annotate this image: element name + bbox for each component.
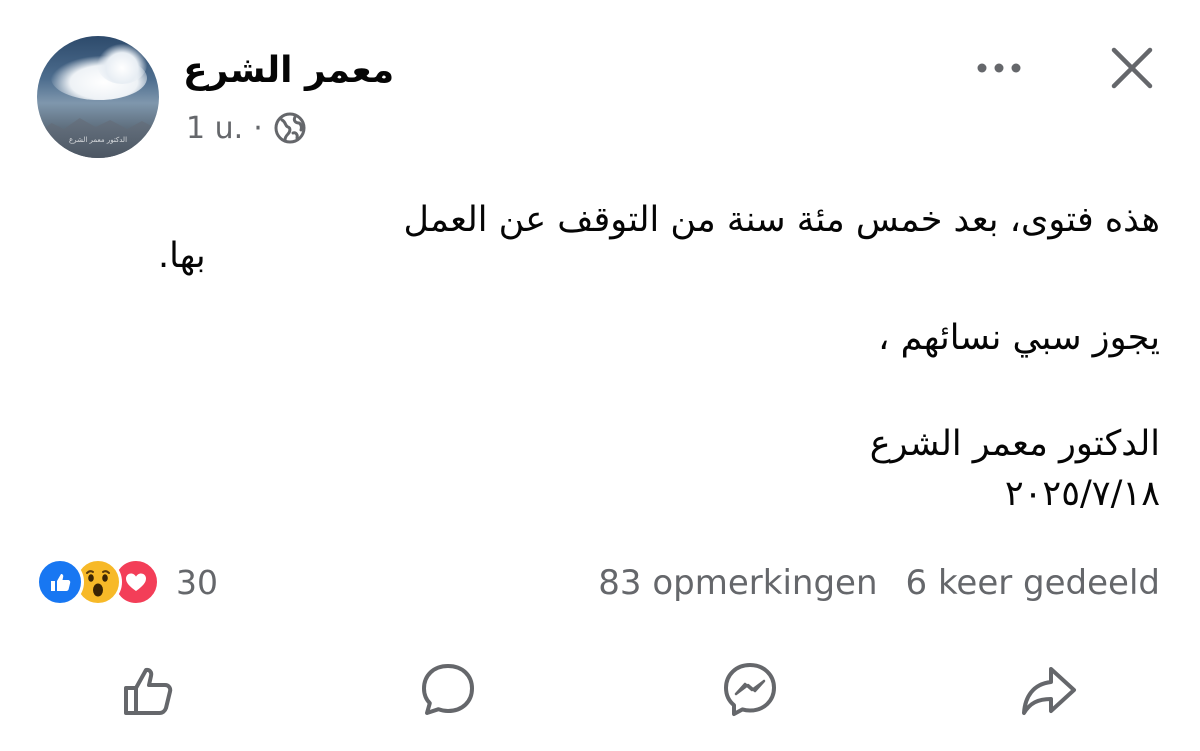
- avatar-cloud-top: [97, 44, 147, 84]
- messenger-icon: [724, 663, 776, 716]
- engagement-stats: 83 opmerkingen 6 keer gedeeld: [598, 556, 1160, 610]
- reaction-count: 30: [176, 562, 218, 602]
- post-body-line: هذه فتوى، بعد خمس مئة سنة من التوقف عن ا…: [403, 200, 1161, 240]
- post-body-line: يجوز سبي نسائهم ،: [878, 318, 1160, 358]
- meta-separator: ·: [253, 110, 263, 146]
- like-reaction-icon: [36, 558, 84, 606]
- post-body-line: الدكتور معمر الشرع: [869, 424, 1160, 464]
- shares-count-link[interactable]: 6 keer gedeeld: [906, 563, 1161, 603]
- post-body-line: بها.: [158, 236, 206, 276]
- avatar[interactable]: الدكتور معمر الشرع: [37, 36, 159, 158]
- comments-count-link[interactable]: 83 opmerkingen: [598, 563, 877, 603]
- close-icon: [1111, 47, 1153, 89]
- comment-button[interactable]: [413, 655, 483, 725]
- close-button[interactable]: [1104, 40, 1160, 96]
- more-dots-icon: [977, 63, 1021, 73]
- like-button[interactable]: [114, 655, 184, 725]
- facebook-post: الدكتور معمر الشرع معمر الشرع 1 u. · هذه…: [0, 0, 1200, 751]
- reaction-summary[interactable]: 30: [36, 555, 218, 609]
- globe-icon[interactable]: [273, 111, 307, 145]
- more-options-button[interactable]: [968, 48, 1030, 88]
- share-icon: [1022, 667, 1076, 715]
- post-date-line: ٢٠٢٥/٧/١٨: [1004, 474, 1160, 514]
- comment-icon: [422, 664, 474, 715]
- send-message-button[interactable]: [715, 655, 785, 725]
- share-button[interactable]: [1014, 655, 1084, 725]
- author-name[interactable]: معمر الشرع: [183, 46, 394, 96]
- post-time[interactable]: 1 u.: [186, 111, 243, 146]
- avatar-caption: الدكتور معمر الشرع: [68, 136, 128, 144]
- post-meta: 1 u. ·: [186, 108, 307, 148]
- like-icon: [124, 667, 173, 715]
